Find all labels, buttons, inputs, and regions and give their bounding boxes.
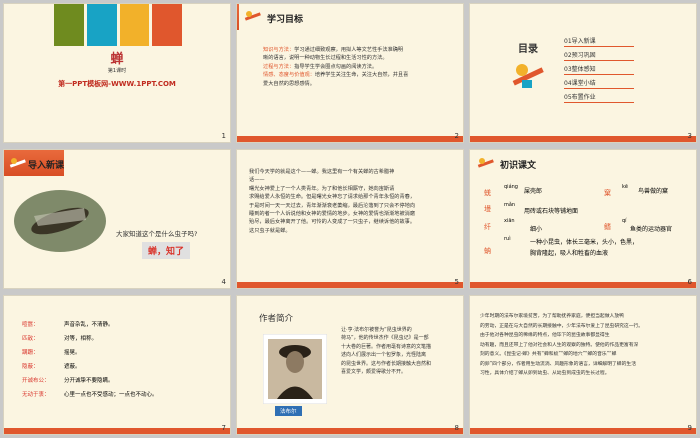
slide-1-title: 蝉 xyxy=(110,52,124,67)
toc-item[interactable]: 05布置作业 xyxy=(564,91,634,103)
vocab-table: qiáng 蜣 屎壳郎 kē 窠 鸟兽做的窠 mǎn 墁 用砖或石块等铺地面 x… xyxy=(484,184,673,257)
slide-number: 5 xyxy=(454,278,459,286)
toc-item[interactable]: 01导入新课 xyxy=(564,35,634,47)
author-bio: 让·亨·法布尔被誉为“昆虫世界的 荷马”，他的传世杰作《昆虫记》是一部 十大卷的… xyxy=(341,327,432,376)
author-background-text: 少年时期的法布尔家境贫苦，为了帮助抚养家庭，便担当起做人放鸭 的劳动，正是在与大… xyxy=(480,314,644,376)
slide-number: 8 xyxy=(454,424,459,432)
cicada-photo xyxy=(14,190,106,252)
slide-6-heading: 初识课文 xyxy=(500,161,537,171)
toc-item[interactable]: 02预习巩固 xyxy=(564,49,634,61)
slide-8-heading: 作者简介 xyxy=(259,314,294,324)
slide-7-thumbnail[interactable]: 喧嚣： 声音杂乱，不清静。 匹敌： 对等，相称。 蹒跚： 摇晃。 隐蔽： 遮蔽。 开诚布… xyxy=(3,295,231,435)
slide-4-thumbnail[interactable]: 导入新课 大家知道这个是什么虫子吗? 蝉，知了 4 xyxy=(3,149,231,289)
slide-4-answer: 蝉，知了 xyxy=(142,242,191,259)
objectives-list: 知识与方法：学习通过细致观察，用拟人等文艺性手法准确明 晰的语言，说明一种动物生… xyxy=(263,47,409,87)
slide-number: 9 xyxy=(687,424,692,432)
toc-item[interactable]: 04课堂小结 xyxy=(564,77,634,89)
slide-number: 1 xyxy=(221,132,226,140)
toc-item[interactable]: 03整体感知 xyxy=(564,63,634,75)
color-stripes xyxy=(54,4,182,46)
word-definitions: 喧嚣： 声音杂乱，不清静。 匹敌： 对等，相称。 蹒跚： 摇晃。 隐蔽： 遮蔽。 开诚布… xyxy=(22,322,158,398)
slide-1-subtitle: 第1课时 xyxy=(107,68,127,74)
slide-number: 3 xyxy=(687,132,692,140)
slide-1-thumbnail[interactable]: 蝉 第1课时 第一PPT模板网-WWW.1PPT.COM 1 xyxy=(3,3,231,143)
myth-text: 我们今天学的就是这个——蝉。我这里有一个有关蝉的古希腊神 话—— 曙光女神爱上了… xyxy=(249,169,416,234)
pencil-boy-icon xyxy=(512,64,544,88)
toc-list: 01导入新课 02预习巩固 03整体感知 04课堂小结 05布置作业 xyxy=(564,35,634,105)
slide-number: 6 xyxy=(687,278,692,286)
slide-3-heading: 目录 xyxy=(518,44,538,55)
slide-number: 4 xyxy=(221,278,226,286)
slide-5-thumbnail[interactable]: 我们今天学的就是这个——蝉。我这里有一个有关蝉的古希腊神 话—— 曙光女神爱上了… xyxy=(236,149,464,289)
pencil-boy-icon xyxy=(244,11,261,21)
author-caption: 法布尔 xyxy=(275,406,302,416)
slide-3-thumbnail[interactable]: 目录 01导入新课 02预习巩固 03整体感知 04课堂小结 05布置作业 3 xyxy=(469,3,697,143)
slide-4-question: 大家知道这个是什么虫子吗? xyxy=(116,230,198,238)
slide-1-brand: 第一PPT模板网-WWW.1PPT.COM xyxy=(58,80,176,88)
slide-6-thumbnail[interactable]: 初识课文 qiáng 蜣 屎壳郎 kē 窠 鸟兽做的窠 mǎn 墁 用砖或石块等… xyxy=(469,149,697,289)
author-portrait xyxy=(263,334,327,404)
slide-2-heading: 学习目标 xyxy=(267,15,304,25)
pencil-boy-icon xyxy=(9,158,26,168)
slide-number: 7 xyxy=(221,424,226,432)
slide-8-thumbnail[interactable]: 作者简介 法布尔 让·亨·法布尔被誉为“昆虫世界的 荷马”，他的传世杰作《昆虫记… xyxy=(236,295,464,435)
slide-2-thumbnail[interactable]: 学习目标 知识与方法：学习通过细致观察，用拟人等文艺性手法准确明 晰的语言，说明… xyxy=(236,3,464,143)
slide-9-thumbnail[interactable]: 少年时期的法布尔家境贫苦，为了帮助抚养家庭，便担当起做人放鸭 的劳动，正是在与大… xyxy=(469,295,697,435)
slide-4-heading: 导入新课 xyxy=(28,161,65,171)
pencil-boy-icon xyxy=(477,158,494,168)
slide-number: 2 xyxy=(454,132,459,140)
